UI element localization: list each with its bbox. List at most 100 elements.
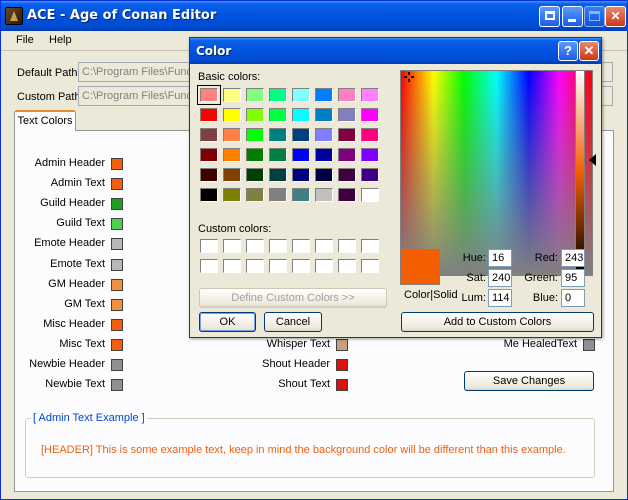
color-cell[interactable] [200, 128, 218, 142]
color-cell[interactable] [361, 239, 379, 253]
color-cell[interactable] [338, 108, 356, 122]
color-cell[interactable] [315, 259, 333, 273]
color-cell[interactable] [292, 128, 310, 142]
color-cell[interactable] [315, 108, 333, 122]
color-cell[interactable] [361, 128, 379, 142]
color-cell[interactable] [246, 88, 264, 102]
tab-text-colors[interactable]: Text Colors [14, 110, 76, 131]
color-cell[interactable] [361, 259, 379, 273]
color-cell[interactable] [269, 239, 287, 253]
color-cell[interactable] [200, 168, 218, 182]
color-cell[interactable] [338, 88, 356, 102]
color-spectrum[interactable] [400, 70, 593, 276]
color-cell[interactable] [246, 108, 264, 122]
color-swatch[interactable] [336, 379, 348, 391]
cancel-button[interactable]: Cancel [264, 312, 322, 332]
color-cell[interactable] [292, 188, 310, 202]
color-cell[interactable] [223, 259, 241, 273]
close-button[interactable]: ✕ [605, 6, 626, 27]
color-cell[interactable] [292, 108, 310, 122]
custom-path-input[interactable]: C:\Program Files\Funcom [78, 86, 198, 106]
dialog-title-bar[interactable]: Color ? ✕ [190, 38, 601, 64]
menu-file[interactable]: File [16, 34, 34, 46]
color-cell[interactable] [223, 148, 241, 162]
blue-input[interactable]: 0 [561, 289, 585, 307]
color-swatch[interactable] [111, 379, 123, 392]
red-input[interactable]: 243 [561, 249, 585, 267]
hue-input[interactable]: 16 [488, 249, 512, 267]
color-swatch[interactable] [111, 359, 123, 371]
color-cell[interactable] [269, 88, 287, 102]
color-cell[interactable] [269, 168, 287, 182]
color-cell[interactable] [315, 128, 333, 142]
color-cell[interactable] [200, 188, 218, 202]
color-cell[interactable] [338, 188, 356, 202]
color-cell[interactable] [292, 88, 310, 102]
color-cell[interactable] [292, 148, 310, 162]
title-bar[interactable]: ACE - Age of Conan Editor ✕ [1, 1, 627, 31]
default-path-input[interactable]: C:\Program Files\Funcom [78, 62, 198, 82]
menu-help[interactable]: Help [49, 34, 72, 46]
color-cell[interactable] [338, 168, 356, 182]
color-swatch[interactable] [111, 158, 123, 170]
color-swatch[interactable] [111, 178, 123, 191]
color-cell[interactable] [200, 148, 218, 162]
dialog-help-button[interactable]: ? [558, 41, 578, 61]
color-cell[interactable] [361, 168, 379, 182]
color-cell[interactable] [292, 168, 310, 182]
color-cell[interactable] [223, 88, 241, 102]
color-cell[interactable] [223, 239, 241, 253]
color-cell[interactable] [200, 259, 218, 273]
color-swatch[interactable] [111, 238, 123, 251]
color-cell[interactable] [246, 148, 264, 162]
color-swatch[interactable] [583, 339, 595, 351]
color-swatch[interactable] [336, 359, 348, 371]
minimize-button[interactable] [562, 6, 583, 27]
color-cell[interactable] [223, 168, 241, 182]
color-cell[interactable] [246, 259, 264, 273]
color-cell[interactable] [246, 168, 264, 182]
color-cell[interactable] [246, 239, 264, 253]
color-cell[interactable] [292, 239, 310, 253]
restore-button[interactable] [539, 6, 560, 27]
color-cell[interactable] [269, 128, 287, 142]
color-cell[interactable] [246, 188, 264, 202]
color-swatch[interactable] [111, 338, 123, 351]
color-cell[interactable] [223, 128, 241, 142]
color-cell[interactable] [269, 259, 287, 273]
color-swatch[interactable] [111, 298, 123, 311]
ok-button[interactable]: OK [199, 312, 256, 332]
color-cell[interactable] [361, 188, 379, 202]
color-cell[interactable] [361, 148, 379, 162]
color-cell[interactable] [269, 108, 287, 122]
color-cell[interactable] [223, 188, 241, 202]
color-cell[interactable] [292, 259, 310, 273]
color-cell[interactable] [197, 85, 221, 105]
color-swatch[interactable] [111, 218, 123, 231]
color-cell[interactable] [361, 88, 379, 102]
custom-path-input-end[interactable] [601, 86, 613, 106]
luminance-slider[interactable] [575, 70, 585, 274]
green-input[interactable]: 95 [561, 269, 585, 287]
color-cell[interactable] [315, 88, 333, 102]
lum-input[interactable]: 114 [488, 289, 512, 307]
color-swatch[interactable] [111, 318, 123, 331]
add-to-custom-colors-button[interactable]: Add to Custom Colors [401, 312, 594, 332]
dialog-close-button[interactable]: ✕ [579, 41, 599, 61]
color-cell[interactable] [315, 168, 333, 182]
color-cell[interactable] [200, 108, 218, 122]
color-cell[interactable] [315, 188, 333, 202]
color-cell[interactable] [200, 239, 218, 253]
color-cell[interactable] [223, 108, 241, 122]
color-swatch[interactable] [336, 339, 348, 351]
color-cell[interactable] [315, 239, 333, 253]
color-cell[interactable] [338, 148, 356, 162]
define-custom-colors-button[interactable]: Define Custom Colors >> [199, 288, 387, 308]
luminance-arrow-icon[interactable] [589, 154, 596, 166]
default-path-input-end[interactable] [601, 62, 613, 82]
color-cell[interactable] [315, 148, 333, 162]
color-cell[interactable] [338, 128, 356, 142]
color-cell[interactable] [338, 239, 356, 253]
color-cell[interactable] [361, 108, 379, 122]
color-cell[interactable] [269, 188, 287, 202]
